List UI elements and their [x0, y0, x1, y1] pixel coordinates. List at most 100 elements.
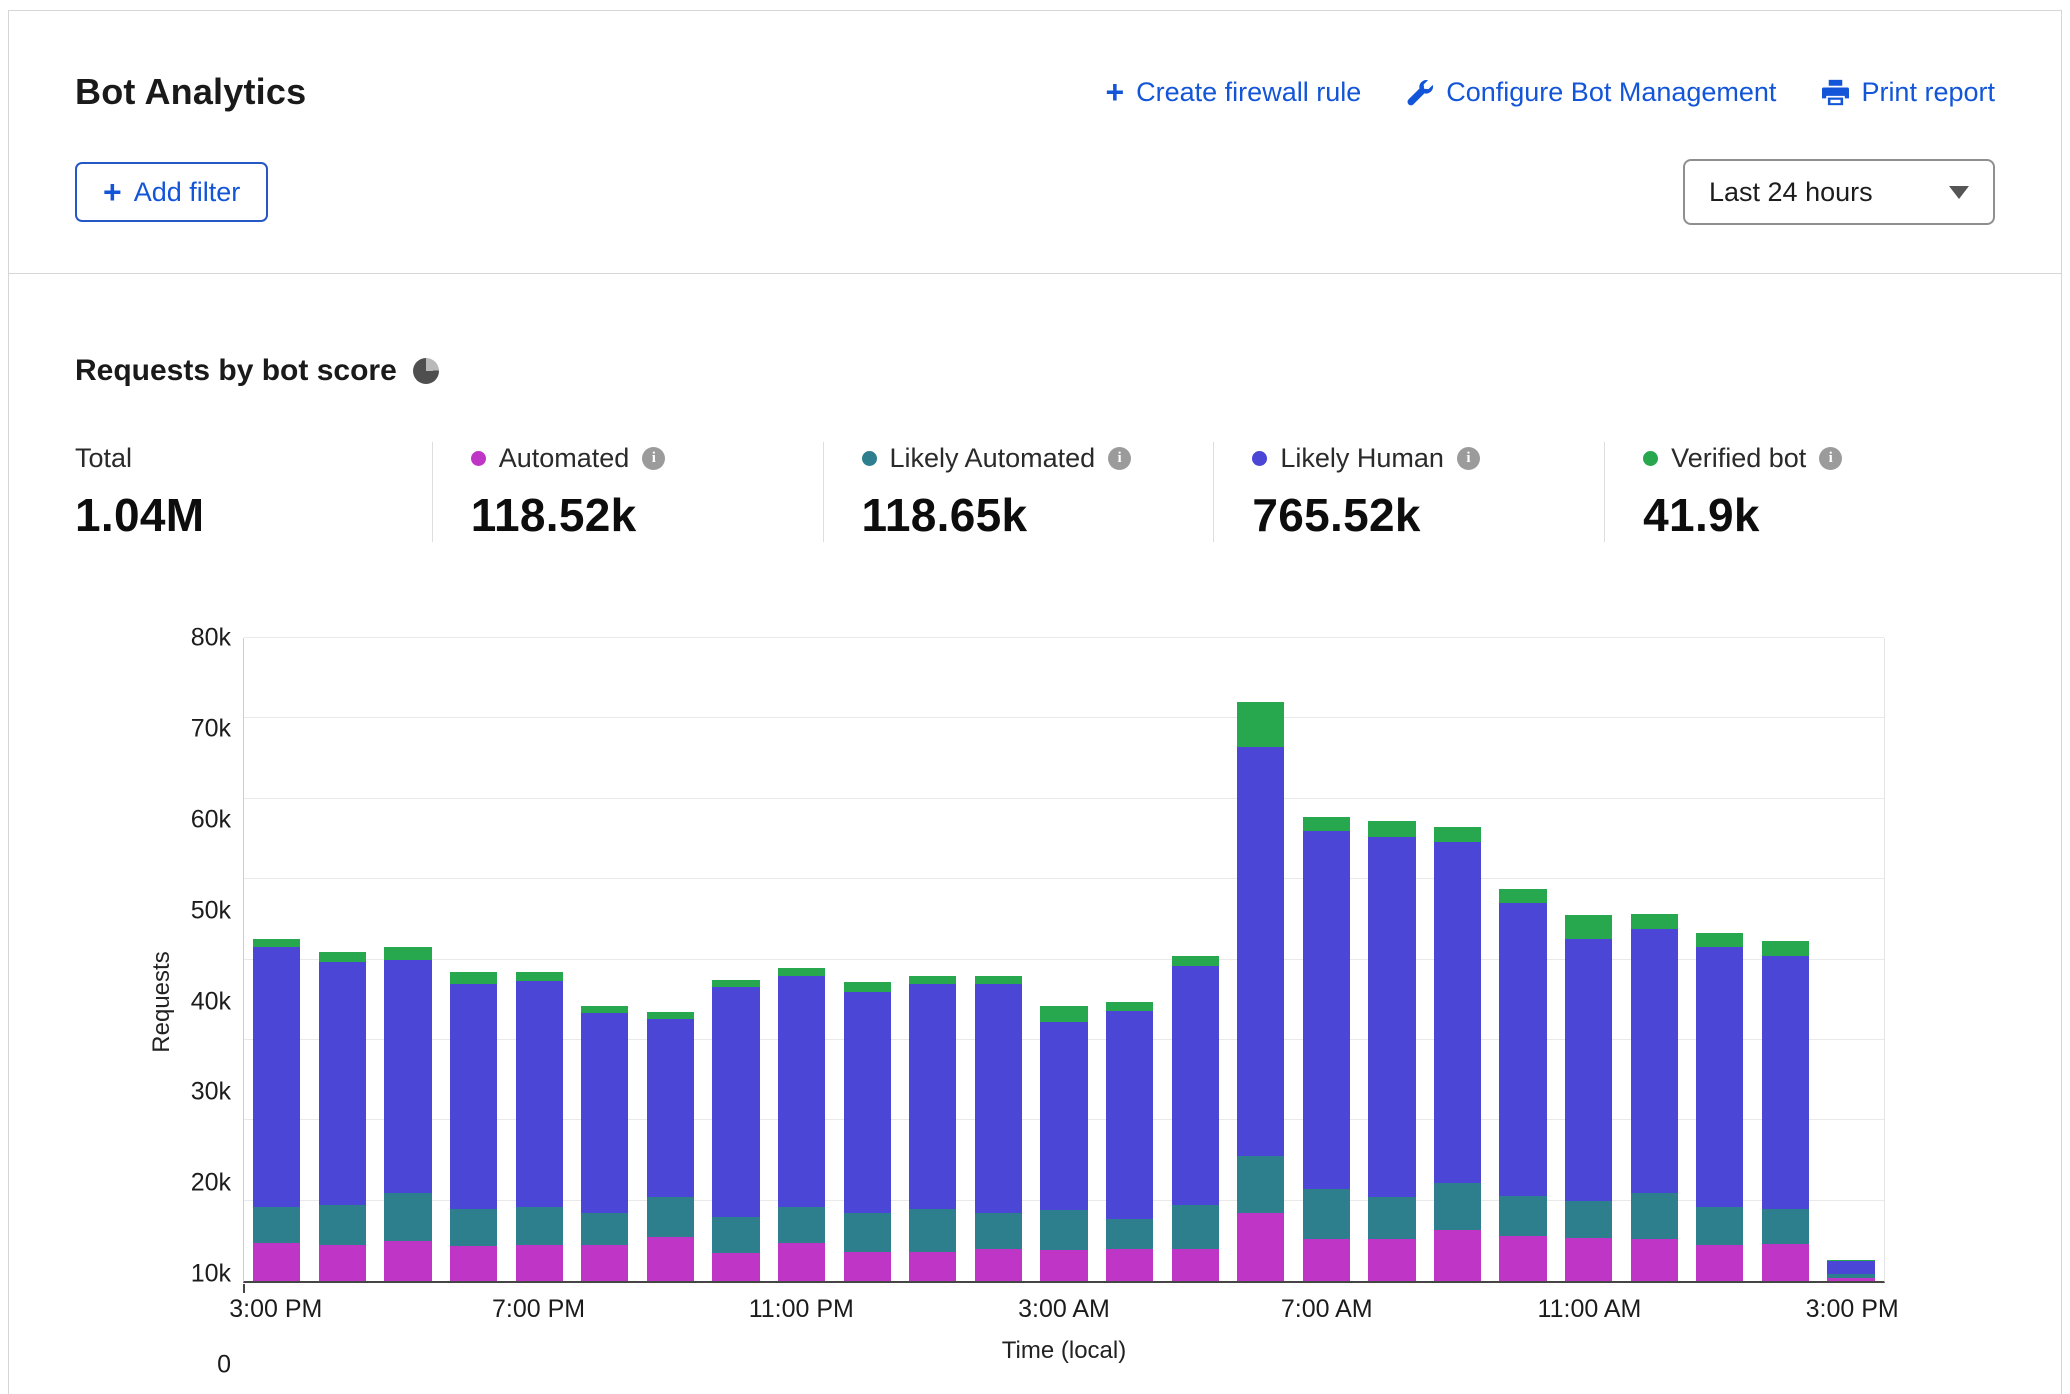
bar-segment-likely-human	[319, 962, 366, 1205]
stacked-bar-13[interactable]	[1106, 638, 1153, 1281]
bar-segment-likely-automated	[1434, 1183, 1481, 1230]
bar-segment-automated	[1762, 1244, 1809, 1281]
bar-segment-automated	[1565, 1238, 1612, 1281]
stacked-bar-9[interactable]	[844, 638, 891, 1281]
bot-analytics-card: Bot Analytics + Create firewall rule Con…	[8, 10, 2062, 1394]
info-icon[interactable]: i	[1819, 447, 1842, 470]
plus-icon: +	[1105, 76, 1124, 108]
bar-segment-automated	[844, 1252, 891, 1281]
bar-segment-likely-human	[844, 992, 891, 1213]
bar-segment-verified-bot	[975, 976, 1022, 984]
bar-slot	[1162, 638, 1228, 1281]
page-title: Bot Analytics	[75, 71, 306, 113]
bar-segment-likely-human	[778, 976, 825, 1207]
bar-slot	[1425, 638, 1491, 1281]
stacked-bar-10[interactable]	[909, 638, 956, 1281]
bar-segment-likely-human	[975, 984, 1022, 1213]
stacked-bar-17[interactable]	[1368, 638, 1415, 1281]
stat-likely-automated-value: 118.65k	[862, 488, 1184, 542]
stacked-bar-11[interactable]	[975, 638, 1022, 1281]
bar-segment-verified-bot	[450, 972, 497, 984]
bar-segment-automated	[1237, 1213, 1284, 1281]
bar-segment-likely-human	[712, 987, 759, 1217]
bar-segment-verified-bot	[778, 968, 825, 976]
bar-segment-likely-human	[1040, 1022, 1087, 1210]
stacked-bar-6[interactable]	[647, 638, 694, 1281]
stacked-bar-18[interactable]	[1434, 638, 1481, 1281]
bar-segment-verified-bot	[909, 976, 956, 984]
bar-segment-verified-bot	[712, 980, 759, 987]
bar-segment-automated	[1303, 1239, 1350, 1281]
x-tick-label: 11:00 PM	[749, 1295, 854, 1324]
bar-slot	[1490, 638, 1556, 1281]
stat-verified-bot: Verified bot i 41.9k	[1604, 442, 1995, 542]
stacked-bar-23[interactable]	[1762, 638, 1809, 1281]
bar-slot	[1294, 638, 1360, 1281]
configure-bot-management-link[interactable]: Configure Bot Management	[1407, 77, 1776, 108]
stacked-bar-21[interactable]	[1631, 638, 1678, 1281]
y-axis-title: Requests	[145, 638, 179, 1365]
bar-segment-automated	[1631, 1239, 1678, 1281]
stacked-bar-19[interactable]	[1499, 638, 1546, 1281]
create-firewall-rule-link[interactable]: + Create firewall rule	[1105, 76, 1361, 108]
bar-segment-likely-automated	[1631, 1193, 1678, 1240]
bar-slot	[375, 638, 441, 1281]
legend-dot-verified-bot	[1643, 451, 1658, 466]
stacked-bar-1[interactable]	[319, 638, 366, 1281]
bar-segment-likely-automated	[516, 1207, 563, 1245]
x-tick-label: 3:00 PM	[229, 1295, 322, 1324]
stacked-bar-20[interactable]	[1565, 638, 1612, 1281]
y-tick-label: 10k	[191, 1260, 231, 1289]
stacked-bar-12[interactable]	[1040, 638, 1087, 1281]
stacked-bar-4[interactable]	[516, 638, 563, 1281]
bar-segment-likely-automated	[450, 1209, 497, 1247]
bar-segment-verified-bot	[1040, 1006, 1087, 1022]
bar-segment-verified-bot	[1303, 817, 1350, 831]
stacked-bar-8[interactable]	[778, 638, 825, 1281]
bar-segment-likely-human	[1696, 947, 1743, 1207]
bar-segment-automated	[1106, 1249, 1153, 1281]
configure-bot-management-label: Configure Bot Management	[1446, 77, 1776, 108]
bar-slot	[638, 638, 704, 1281]
bar-segment-likely-human	[1106, 1011, 1153, 1219]
x-tick-label: 3:00 AM	[1018, 1295, 1110, 1324]
bar-segment-verified-bot	[844, 982, 891, 992]
stacked-bar-5[interactable]	[581, 638, 628, 1281]
y-tick-label: 50k	[191, 896, 231, 925]
bar-segment-automated	[1499, 1236, 1546, 1281]
stats-row: Total 1.04M Automated i 118.52k Likely A…	[75, 442, 1995, 542]
stacked-bar-14[interactable]	[1172, 638, 1219, 1281]
add-filter-button[interactable]: + Add filter	[75, 162, 268, 222]
bar-segment-automated	[909, 1252, 956, 1281]
time-range-select[interactable]: Last 24 hours	[1683, 159, 1995, 225]
bar-slot	[572, 638, 638, 1281]
bar-segment-automated	[1434, 1230, 1481, 1281]
stat-automated: Automated i 118.52k	[432, 442, 823, 542]
stacked-bar-22[interactable]	[1696, 638, 1743, 1281]
bar-slot	[244, 638, 310, 1281]
plot-area	[243, 638, 1885, 1283]
stacked-bar-16[interactable]	[1303, 638, 1350, 1281]
bar-segment-verified-bot	[1172, 956, 1219, 966]
stacked-bar-3[interactable]	[450, 638, 497, 1281]
bar-slot	[769, 638, 835, 1281]
pie-chart-icon	[413, 358, 439, 384]
info-icon[interactable]: i	[642, 447, 665, 470]
bar-segment-verified-bot	[1631, 914, 1678, 929]
bar-segment-verified-bot	[647, 1012, 694, 1019]
add-filter-label: Add filter	[134, 177, 241, 208]
stacked-bar-15[interactable]	[1237, 638, 1284, 1281]
stacked-bar-24[interactable]	[1827, 638, 1874, 1281]
bar-segment-likely-human	[1565, 939, 1612, 1200]
info-icon[interactable]: i	[1108, 447, 1131, 470]
bar-segment-likely-human	[516, 981, 563, 1207]
stat-likely-automated: Likely Automated i 118.65k	[823, 442, 1214, 542]
stacked-bar-2[interactable]	[384, 638, 431, 1281]
bar-segment-likely-automated	[1368, 1197, 1415, 1240]
stacked-bar-7[interactable]	[712, 638, 759, 1281]
bar-segment-likely-automated	[647, 1197, 694, 1237]
print-report-link[interactable]: Print report	[1822, 77, 1995, 108]
bar-segment-verified-bot	[1237, 702, 1284, 746]
stacked-bar-0[interactable]	[253, 638, 300, 1281]
info-icon[interactable]: i	[1457, 447, 1480, 470]
